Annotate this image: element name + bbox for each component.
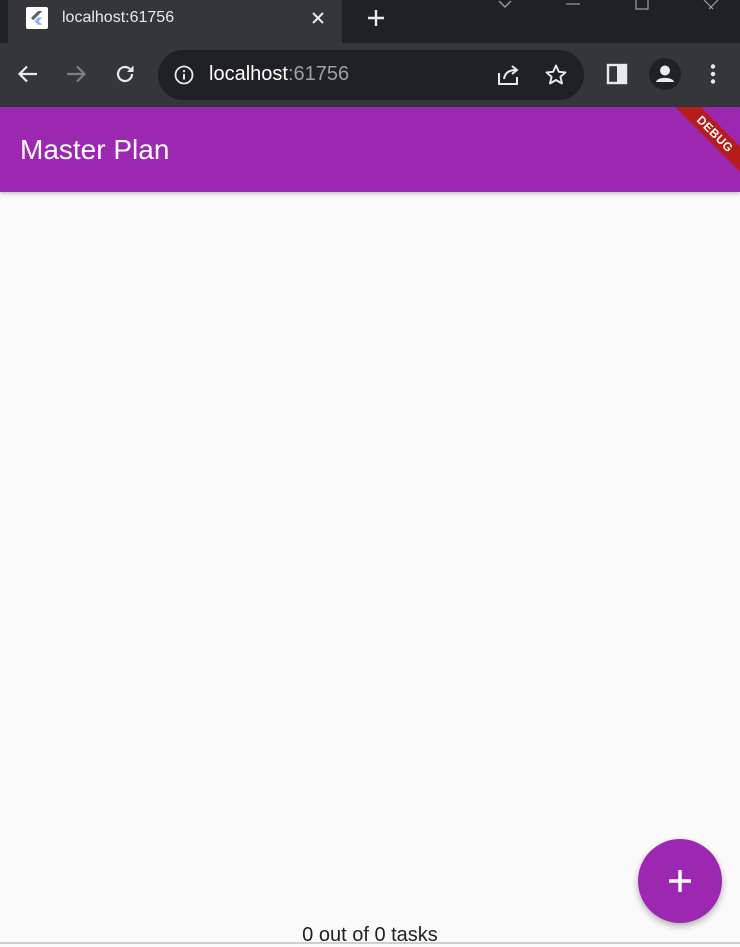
page-title: Master Plan (20, 134, 170, 165)
close-window-icon[interactable] (696, 0, 726, 14)
url-host: localhost (209, 63, 288, 85)
add-icon (669, 870, 691, 892)
tab-title: localhost:61756 (62, 9, 175, 26)
browser-tab[interactable]: localhost:61756 (8, 0, 342, 43)
side-panel-icon[interactable] (601, 58, 633, 90)
url-text[interactable]: localhost:61756 (209, 63, 349, 86)
flutter-icon (26, 7, 48, 29)
maximize-icon[interactable] (627, 0, 657, 14)
address-bar[interactable]: localhost:61756 (158, 50, 584, 100)
debug-banner: DEBUG (662, 107, 740, 187)
add-task-button[interactable] (638, 839, 722, 923)
share-icon[interactable] (496, 63, 522, 87)
more-vert-icon[interactable] (697, 58, 729, 90)
reload-icon[interactable] (109, 58, 141, 90)
profile-icon[interactable] (649, 58, 681, 90)
arrow-left-icon[interactable] (12, 58, 44, 90)
minimize-icon[interactable] (558, 0, 588, 14)
new-tab-icon[interactable] (362, 4, 390, 32)
arrow-right-icon[interactable] (60, 58, 92, 90)
tab-search-icon[interactable] (490, 0, 520, 14)
app-bar: Master Plan DEBUG (0, 107, 740, 192)
info-icon[interactable] (174, 65, 194, 85)
url-port: :61756 (287, 63, 350, 85)
close-tab-icon[interactable] (304, 4, 332, 32)
browser-tabstrip: localhost:61756 (0, 0, 740, 43)
browser-toolbar: localhost:61756 (0, 43, 740, 107)
star-icon[interactable] (544, 63, 568, 87)
